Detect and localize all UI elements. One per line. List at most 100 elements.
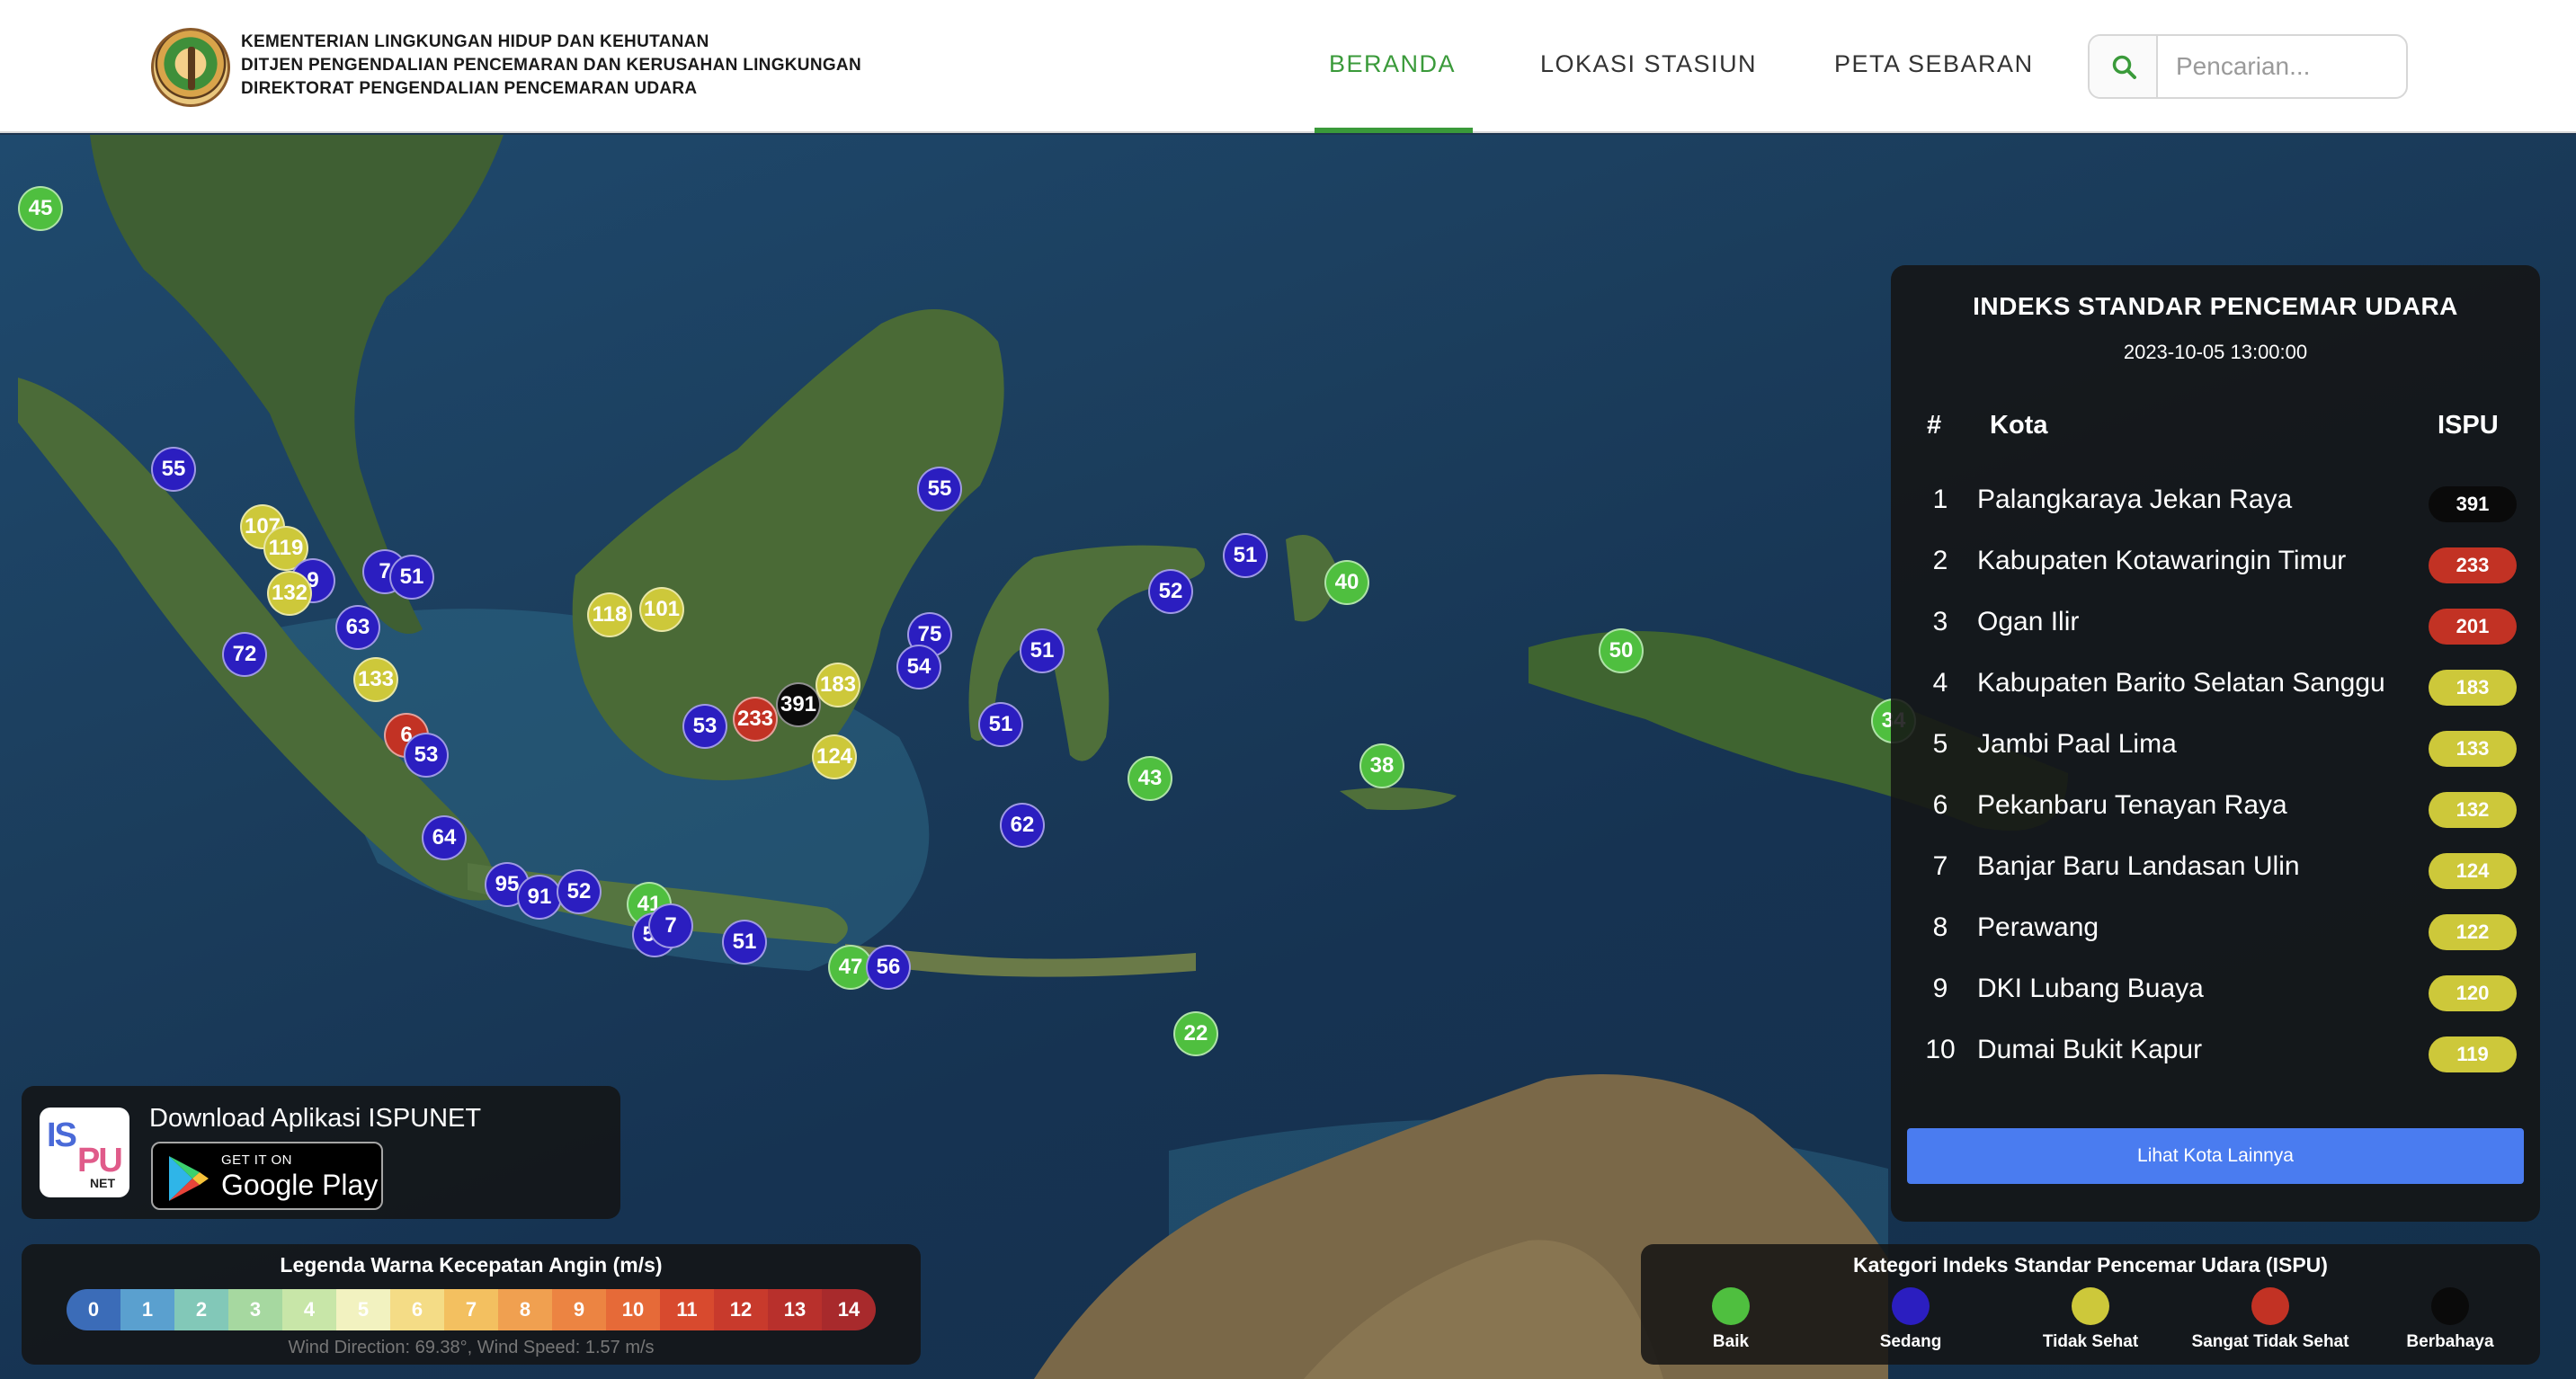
station-marker[interactable]: 7	[648, 903, 693, 948]
category-sedang: Sedang	[1821, 1287, 2001, 1352]
category-tidak-sehat: Tidak Sehat	[2001, 1287, 2180, 1352]
active-nav-indicator	[1315, 128, 1473, 133]
wind-scale-cell: 1	[120, 1289, 174, 1330]
category-label: Sangat Tidak Sehat	[2191, 1332, 2349, 1351]
station-marker[interactable]: 50	[1599, 628, 1644, 673]
table-row[interactable]: 1 Palangkaraya Jekan Raya 391	[1891, 476, 2540, 526]
station-marker[interactable]: 91	[517, 875, 562, 920]
wind-scale-cell: 5	[336, 1289, 390, 1330]
category-dot	[2072, 1287, 2109, 1325]
station-marker[interactable]: 101	[639, 587, 684, 632]
wind-scale-cell: 7	[444, 1289, 498, 1330]
table-row[interactable]: 5 Jambi Paal Lima 133	[1891, 720, 2540, 770]
top-header: KEMENTERIAN LINGKUNGAN HIDUP DAN KEHUTAN…	[0, 0, 2576, 133]
search-icon	[2112, 55, 2136, 79]
station-marker[interactable]: 51	[389, 555, 434, 600]
wind-legend-title: Legenda Warna Kecepatan Angin (m/s)	[280, 1253, 663, 1277]
station-marker[interactable]: 22	[1173, 1011, 1218, 1056]
station-marker[interactable]: 52	[557, 869, 602, 914]
row-city: Kabupaten Kotawaringin Timur	[1977, 546, 2347, 575]
ispu-badge: 183	[2429, 670, 2517, 706]
station-marker[interactable]: 51	[1223, 533, 1268, 578]
station-marker[interactable]: 183	[816, 663, 860, 707]
station-marker[interactable]: 43	[1128, 756, 1172, 801]
station-marker[interactable]: 133	[353, 657, 398, 702]
ispu-badge: 201	[2429, 609, 2517, 645]
table-row[interactable]: 4 Kabupaten Barito Selatan Sanggu 183	[1891, 659, 2540, 709]
station-marker[interactable]: 124	[812, 734, 857, 779]
wind-scale-cell: 2	[174, 1289, 228, 1330]
badge-small-text: GET IT ON	[221, 1152, 292, 1168]
wind-scale-cell: 10	[606, 1289, 660, 1330]
ispu-category-legend: Kategori Indeks Standar Pencemar Udara (…	[1641, 1244, 2540, 1365]
wind-scale-cell: 12	[714, 1289, 768, 1330]
station-marker[interactable]: 40	[1324, 560, 1369, 605]
row-city: Kabupaten Barito Selatan Sanggu	[1977, 668, 2385, 698]
station-marker[interactable]: 51	[978, 702, 1023, 747]
station-marker[interactable]: 45	[18, 186, 63, 231]
station-marker[interactable]: 62	[1000, 803, 1045, 848]
category-dot	[2431, 1287, 2469, 1325]
row-city: Jambi Paal Lima	[1977, 729, 2177, 759]
panel-title: INDEKS STANDAR PENCEMAR UDARA	[1973, 292, 2458, 320]
ispu-badge: 122	[2429, 914, 2517, 950]
app-icon-text-bottom: PU	[77, 1142, 123, 1179]
column-header-ispu: ISPU	[2438, 411, 2499, 440]
station-marker[interactable]: 51	[1020, 628, 1065, 673]
category-dot	[1712, 1287, 1750, 1325]
org-line-2: DITJEN PENGENDALIAN PENCEMARAN DAN KERUS…	[241, 56, 861, 75]
station-marker[interactable]: 233	[733, 697, 778, 742]
tree-emblem-icon	[188, 47, 195, 90]
station-marker[interactable]: 52	[1148, 569, 1193, 614]
nav-beranda[interactable]: BERANDA	[1329, 50, 1456, 78]
nav-lokasi-stasiun[interactable]: LOKASI STASIUN	[1540, 50, 1757, 78]
table-row[interactable]: 2 Kabupaten Kotawaringin Timur 233	[1891, 537, 2540, 587]
station-marker[interactable]: 53	[404, 733, 449, 778]
station-marker[interactable]: 72	[222, 632, 267, 677]
station-marker[interactable]: 54	[896, 645, 941, 690]
ispunet-app-icon[interactable]: IS PU NET	[40, 1108, 129, 1197]
station-marker[interactable]: 55	[917, 467, 962, 512]
wind-scale-cell: 11	[660, 1289, 714, 1330]
category-berbahaya: Berbahaya	[2360, 1287, 2540, 1352]
table-row[interactable]: 10 Dumai Bukit Kapur 119	[1891, 1026, 2540, 1076]
table-row[interactable]: 9 DKI Lubang Buaya 120	[1891, 965, 2540, 1015]
row-city: Dumai Bukit Kapur	[1977, 1035, 2203, 1064]
table-row[interactable]: 8 Perawang 122	[1891, 903, 2540, 954]
category-legend-title: Kategori Indeks Standar Pencemar Udara (…	[1853, 1253, 2328, 1277]
station-marker[interactable]: 118	[587, 592, 632, 637]
search-button[interactable]	[2090, 36, 2158, 97]
station-marker[interactable]: 53	[682, 704, 727, 749]
wind-color-scale: 0 1 2 3 4 5 6 7 8 9 10 11 12 13 14	[67, 1289, 876, 1330]
station-marker[interactable]: 51	[722, 920, 767, 965]
organization-name: KEMENTERIAN LINGKUNGAN HIDUP DAN KEHUTAN…	[241, 31, 861, 101]
row-city: Pekanbaru Tenayan Raya	[1977, 790, 2287, 820]
station-marker[interactable]: 56	[866, 945, 911, 990]
nav-peta-sebaran[interactable]: PETA SEBARAN	[1834, 50, 2034, 78]
ispu-badge: 120	[2429, 975, 2517, 1011]
panel-timestamp: 2023-10-05 13:00:00	[2123, 341, 2308, 363]
station-marker[interactable]: 132	[267, 571, 312, 616]
view-more-cities-button[interactable]: Lihat Kota Lainnya	[1907, 1128, 2524, 1184]
search-input[interactable]	[2162, 36, 2404, 97]
station-marker[interactable]: 64	[422, 815, 467, 860]
ispu-badge: 119	[2429, 1036, 2517, 1072]
google-play-badge[interactable]: GET IT ON Google Play	[151, 1142, 383, 1210]
wind-scale-cell: 13	[768, 1289, 822, 1330]
station-marker[interactable]: 38	[1359, 743, 1404, 788]
row-number: 2	[1932, 546, 1948, 575]
table-row[interactable]: 7 Banjar Baru Landasan Ulin 124	[1891, 842, 2540, 893]
station-marker[interactable]: 391	[776, 682, 821, 727]
station-marker[interactable]: 55	[151, 447, 196, 492]
row-number: 5	[1932, 729, 1948, 759]
station-marker[interactable]: 63	[335, 605, 380, 650]
row-city: Banjar Baru Landasan Ulin	[1977, 851, 2300, 881]
row-number: 6	[1932, 790, 1948, 820]
ispu-badge: 133	[2429, 731, 2517, 767]
row-number: 7	[1932, 851, 1948, 881]
org-line-1: KEMENTERIAN LINGKUNGAN HIDUP DAN KEHUTAN…	[241, 32, 709, 51]
table-row[interactable]: 6 Pekanbaru Tenayan Raya 132	[1891, 781, 2540, 832]
ministry-logo[interactable]	[151, 28, 230, 107]
app-download-card: IS PU NET Download Aplikasi ISPUNET GET …	[22, 1086, 620, 1219]
table-row[interactable]: 3 Ogan Ilir 201	[1891, 598, 2540, 648]
